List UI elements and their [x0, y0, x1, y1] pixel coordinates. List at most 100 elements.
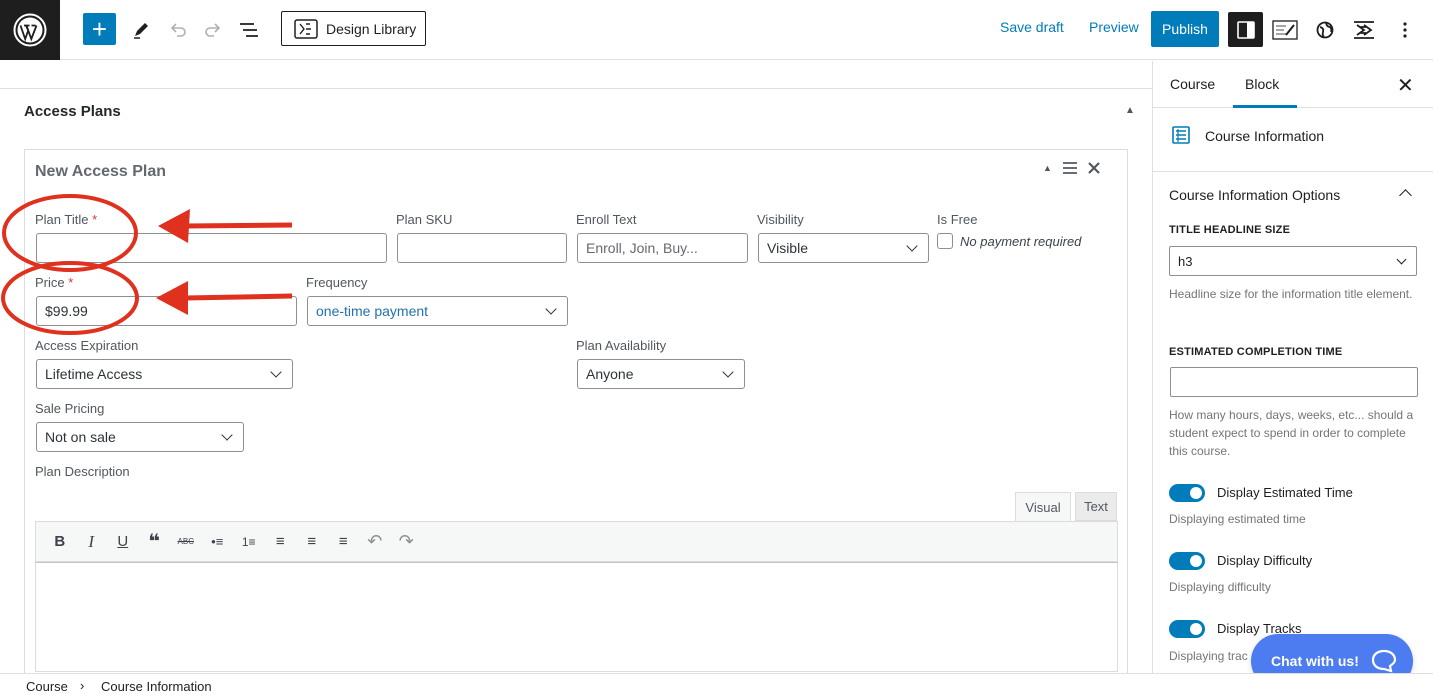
editor-formatting-toolbar: B I U ❝ ABC •≡ 1≡ ≡ ≡ ≡ ↶ ↷	[35, 521, 1118, 562]
enroll-text-input[interactable]: Enroll, Join, Buy...	[577, 233, 748, 263]
title-headline-size-label: TITLE HEADLINE SIZE	[1169, 224, 1291, 236]
add-block-icon: +	[91, 14, 108, 44]
title-headline-help: Headline size for the information title …	[1169, 287, 1413, 301]
price-input[interactable]: $99.99	[36, 296, 297, 326]
tab-course[interactable]: Course	[1170, 76, 1215, 92]
toggle-estimated-time[interactable]	[1169, 484, 1205, 502]
access-plan-title: New Access Plan	[35, 163, 167, 180]
plan-availability-select[interactable]: Anyone	[577, 359, 745, 389]
design-library-icon	[294, 18, 318, 39]
visibility-label: Visibility	[757, 212, 804, 227]
chevron-down-icon	[545, 303, 557, 315]
globe-button[interactable]	[1308, 13, 1342, 47]
tab-text[interactable]: Text	[1075, 492, 1117, 521]
sale-pricing-value: Not on sale	[45, 429, 116, 445]
block-name: Course Information	[1205, 128, 1325, 144]
more-options-button[interactable]	[1388, 13, 1422, 47]
chevron-down-icon	[270, 366, 282, 378]
bullet-list-icon[interactable]: •≡	[202, 527, 234, 557]
italic-icon[interactable]: I	[76, 527, 108, 557]
chevron-down-icon	[722, 366, 734, 378]
publish-button[interactable]: Publish	[1151, 11, 1219, 47]
access-plans-heading: Access Plans	[24, 103, 121, 120]
editor-icon	[1272, 20, 1298, 40]
toggle-estimated-time-help: Displaying estimated time	[1169, 512, 1306, 526]
numbered-list-icon[interactable]: 1≡	[233, 527, 265, 557]
breadcrumb-item-course[interactable]: Course	[26, 679, 68, 694]
plan-title-input[interactable]	[36, 233, 387, 263]
redo-button[interactable]	[196, 13, 230, 47]
chevron-down-icon	[221, 429, 233, 441]
title-headline-size-select[interactable]: h3	[1169, 246, 1417, 276]
more-options-icon	[1403, 22, 1407, 38]
blockquote-icon[interactable]: ❝	[139, 527, 171, 557]
visibility-select[interactable]: Visible	[758, 233, 929, 263]
wordpress-logo-icon[interactable]	[0, 0, 60, 60]
is-free-checkbox[interactable]	[937, 233, 953, 249]
document-overview-button[interactable]	[232, 13, 266, 47]
plan-description-editor[interactable]	[35, 562, 1118, 672]
collapse-icon[interactable]: ▲	[1125, 105, 1135, 116]
chevron-down-icon	[1396, 254, 1407, 264]
plan-controls: ▲	[1043, 162, 1100, 174]
align-center-icon[interactable]: ≡	[296, 527, 328, 557]
strikethrough-icon[interactable]: ABC	[170, 527, 202, 557]
preview-button[interactable]: Preview	[1089, 19, 1139, 35]
kadence-button[interactable]	[1347, 13, 1381, 47]
plan-sku-label: Plan SKU	[396, 212, 453, 227]
access-expiration-select[interactable]: Lifetime Access	[36, 359, 293, 389]
delete-plan-icon[interactable]	[1088, 162, 1100, 174]
breadcrumb-separator: ›	[80, 678, 85, 693]
edit-tool-icon	[134, 23, 148, 39]
settings-sidebar: Course Block ✕ Course Information Course…	[1152, 61, 1433, 673]
sale-pricing-select[interactable]: Not on sale	[36, 422, 244, 452]
toggle-difficulty-label: Display Difficulty	[1217, 553, 1313, 568]
align-right-icon[interactable]: ≡	[328, 527, 360, 557]
course-information-icon	[1172, 126, 1190, 144]
undo-button[interactable]	[161, 13, 195, 47]
edit-tool-button[interactable]	[124, 13, 158, 47]
publish-label: Publish	[1162, 21, 1208, 37]
sidebar-tabs: Course Block ✕	[1153, 61, 1433, 108]
underline-icon[interactable]: U	[107, 527, 139, 557]
toggle-difficulty[interactable]	[1169, 552, 1205, 570]
collapse-plan-icon[interactable]: ▲	[1043, 163, 1052, 173]
design-library-label: Design Library	[326, 20, 417, 37]
plan-description-label: Plan Description	[35, 464, 130, 479]
plan-sku-input[interactable]	[397, 233, 567, 263]
tab-block[interactable]: Block	[1245, 76, 1279, 92]
price-label: Price *	[35, 275, 74, 290]
tab-visual[interactable]: Visual	[1015, 492, 1071, 522]
settings-icon	[1236, 20, 1255, 39]
editor-button[interactable]	[1268, 13, 1302, 47]
toggle-tracks[interactable]	[1169, 620, 1205, 638]
is-free-label: Is Free	[937, 212, 978, 227]
editor-toolbar: + Design Library Save draft Preview Publ…	[0, 0, 1433, 60]
breadcrumb: Course › Course Information	[0, 673, 1433, 699]
enroll-text-label: Enroll Text	[576, 212, 637, 227]
chevron-up-icon[interactable]	[1399, 189, 1412, 202]
divider	[0, 88, 1152, 89]
save-draft-button[interactable]: Save draft	[1000, 19, 1064, 35]
redo-icon[interactable]: ↷	[391, 527, 423, 557]
estimated-time-input[interactable]	[1170, 367, 1418, 397]
design-library-button[interactable]: Design Library	[281, 11, 426, 46]
close-icon[interactable]: ✕	[1397, 73, 1414, 98]
frequency-select[interactable]: one-time payment	[307, 296, 568, 326]
drag-handle-icon[interactable]	[1062, 162, 1078, 174]
visibility-value: Visible	[767, 240, 808, 256]
settings-button[interactable]	[1228, 12, 1263, 47]
chat-label: Chat with us!	[1271, 653, 1359, 669]
sale-pricing-label: Sale Pricing	[35, 401, 105, 416]
kadence-icon	[1354, 21, 1374, 39]
add-block-button[interactable]: +	[83, 13, 116, 45]
undo-icon[interactable]: ↶	[359, 527, 391, 557]
block-card: Course Information	[1153, 108, 1433, 172]
plan-availability-label: Plan Availability	[576, 338, 667, 353]
toggle-estimated-time-label: Display Estimated Time	[1217, 485, 1353, 500]
bold-icon[interactable]: B	[44, 527, 76, 557]
breadcrumb-item-course-information[interactable]: Course Information	[101, 679, 212, 694]
align-left-icon[interactable]: ≡	[265, 527, 297, 557]
options-panel-title[interactable]: Course Information Options	[1169, 187, 1340, 203]
frequency-label: Frequency	[306, 275, 368, 290]
